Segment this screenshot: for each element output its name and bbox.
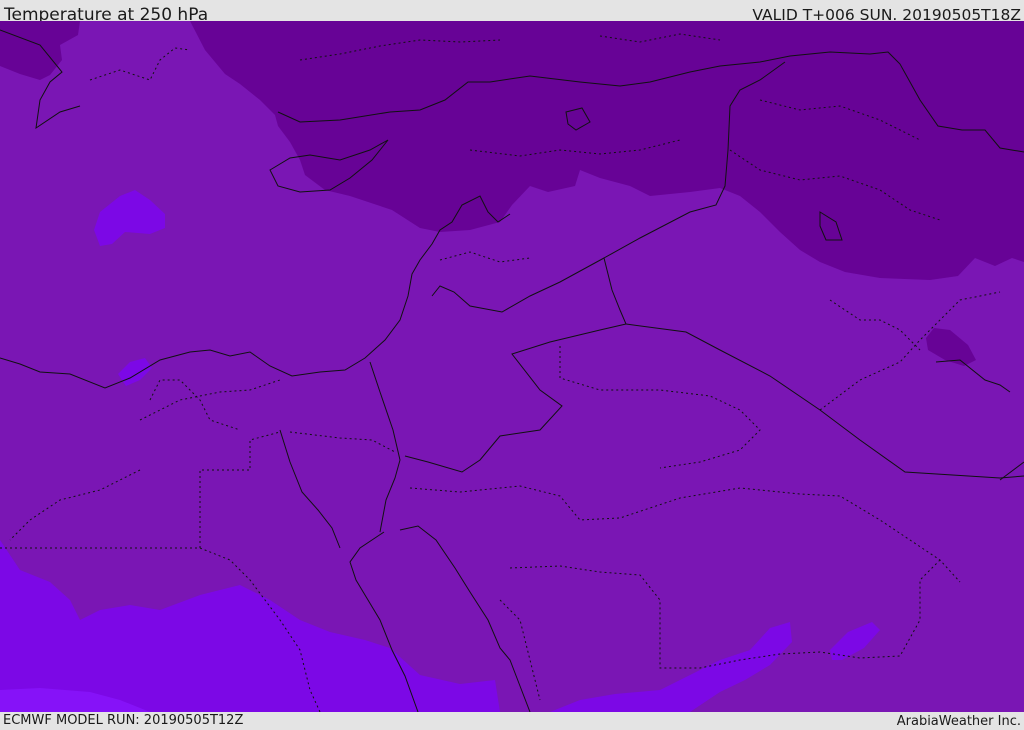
header-bar: Temperature at 250 hPa VALID T+006 SUN. … — [0, 0, 1024, 25]
credit-label: ArabiaWeather Inc. — [896, 714, 1021, 729]
footer-bar: ECMWF MODEL RUN: 20190505T12Z ArabiaWeat… — [0, 712, 1024, 729]
map-panel — [0, 21, 1024, 712]
temperature-map — [0, 21, 1024, 712]
model-run-label: ECMWF MODEL RUN: 20190505T12Z — [3, 713, 244, 728]
